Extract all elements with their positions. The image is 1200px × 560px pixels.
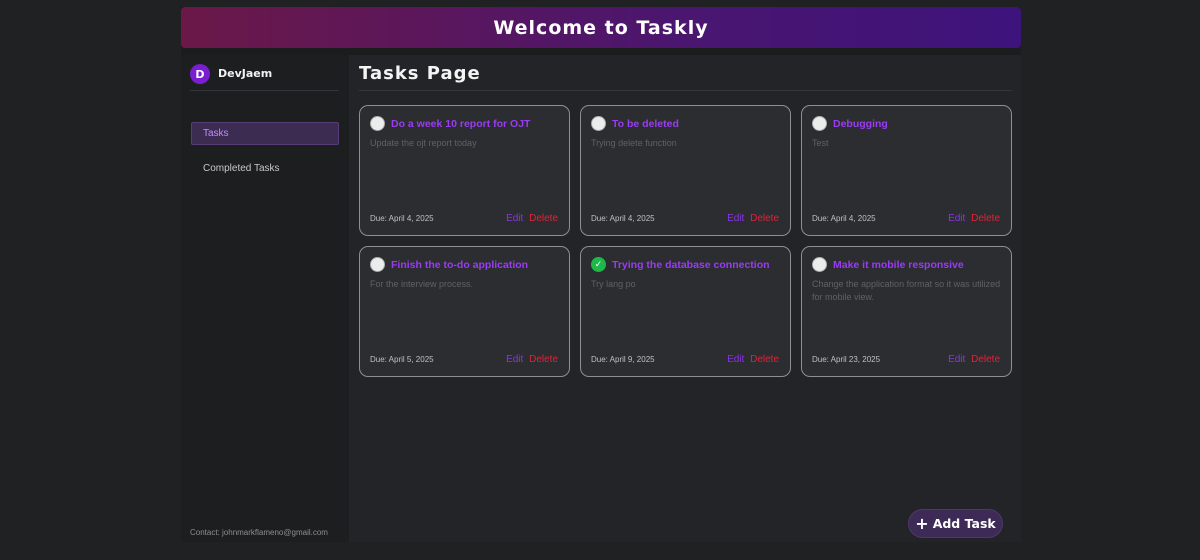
header-banner: Welcome to Taskly: [181, 7, 1021, 48]
app-window: Welcome to Taskly D DevJaem Tasks Comple…: [181, 7, 1021, 542]
task-due-date: Due: April 23, 2025: [812, 355, 881, 364]
add-task-label: Add Task: [932, 516, 996, 531]
task-due-date: Due: April 4, 2025: [812, 214, 876, 223]
task-actions: Edit Delete: [948, 354, 1000, 365]
page-title: Tasks Page: [359, 63, 1012, 91]
task-due-date: Due: April 4, 2025: [370, 214, 434, 223]
delete-button[interactable]: Delete: [971, 213, 1000, 224]
task-description: Change the application format so it was …: [812, 279, 1001, 302]
contact-info: Contact: johnmarkflameno@gmail.com: [190, 528, 328, 537]
edit-button[interactable]: Edit: [506, 354, 523, 365]
main-content: Tasks Page Do a week 10 report for OJT U…: [349, 55, 1021, 542]
edit-button[interactable]: Edit: [506, 213, 523, 224]
task-card: Finish the to-do application For the int…: [359, 246, 570, 377]
app-title: Welcome to Taskly: [493, 16, 709, 39]
username: DevJaem: [218, 67, 273, 80]
edit-button[interactable]: Edit: [727, 213, 744, 224]
task-title: To be deleted: [612, 118, 679, 130]
task-actions: Edit Delete: [727, 213, 779, 224]
task-checkbox[interactable]: [591, 116, 606, 131]
task-description: Update the ojt report today: [370, 138, 477, 148]
task-description: Trying delete function: [591, 138, 677, 148]
task-card: To be deleted Trying delete function Due…: [580, 105, 791, 236]
task-checkbox[interactable]: [370, 116, 385, 131]
task-card: Debugging Test Due: April 4, 2025 Edit D…: [801, 105, 1012, 236]
task-title: Make it mobile responsive: [833, 259, 964, 271]
add-task-button[interactable]: + Add Task: [908, 509, 1003, 538]
task-description: For the interview process.: [370, 279, 474, 289]
task-title: Do a week 10 report for OJT: [391, 118, 531, 130]
task-title: Trying the database connection: [612, 259, 770, 271]
delete-button[interactable]: Delete: [529, 213, 558, 224]
edit-button[interactable]: Edit: [948, 213, 965, 224]
plus-icon: +: [915, 513, 929, 533]
edit-button[interactable]: Edit: [948, 354, 965, 365]
task-checkbox[interactable]: [812, 257, 827, 272]
avatar: D: [190, 64, 210, 84]
task-due-date: Due: April 4, 2025: [591, 214, 655, 223]
task-actions: Edit Delete: [506, 213, 558, 224]
task-card: Do a week 10 report for OJT Update the o…: [359, 105, 570, 236]
task-actions: Edit Delete: [948, 213, 1000, 224]
delete-button[interactable]: Delete: [971, 354, 1000, 365]
task-checkbox[interactable]: [812, 116, 827, 131]
user-profile: D DevJaem: [190, 64, 339, 91]
task-card: ✓ Trying the database connection Try lan…: [580, 246, 791, 377]
task-title: Finish the to-do application: [391, 259, 529, 271]
task-title: Debugging: [833, 118, 888, 130]
task-actions: Edit Delete: [506, 354, 558, 365]
task-actions: Edit Delete: [727, 354, 779, 365]
task-description: Try lang po: [591, 279, 636, 289]
task-description: Test: [812, 138, 829, 148]
delete-button[interactable]: Delete: [750, 354, 779, 365]
delete-button[interactable]: Delete: [529, 354, 558, 365]
task-due-date: Due: April 5, 2025: [370, 355, 434, 364]
sidebar: D DevJaem Tasks Completed Tasks Contact:…: [181, 55, 349, 542]
task-checkbox-checked[interactable]: ✓: [591, 257, 606, 272]
task-card: Make it mobile responsive Change the app…: [801, 246, 1012, 377]
task-checkbox[interactable]: [370, 257, 385, 272]
task-due-date: Due: April 9, 2025: [591, 355, 655, 364]
delete-button[interactable]: Delete: [750, 213, 779, 224]
sidebar-item-tasks[interactable]: Tasks: [191, 122, 339, 145]
sidebar-item-completed-tasks[interactable]: Completed Tasks: [191, 157, 339, 180]
task-grid: Do a week 10 report for OJT Update the o…: [359, 105, 1014, 377]
edit-button[interactable]: Edit: [727, 354, 744, 365]
